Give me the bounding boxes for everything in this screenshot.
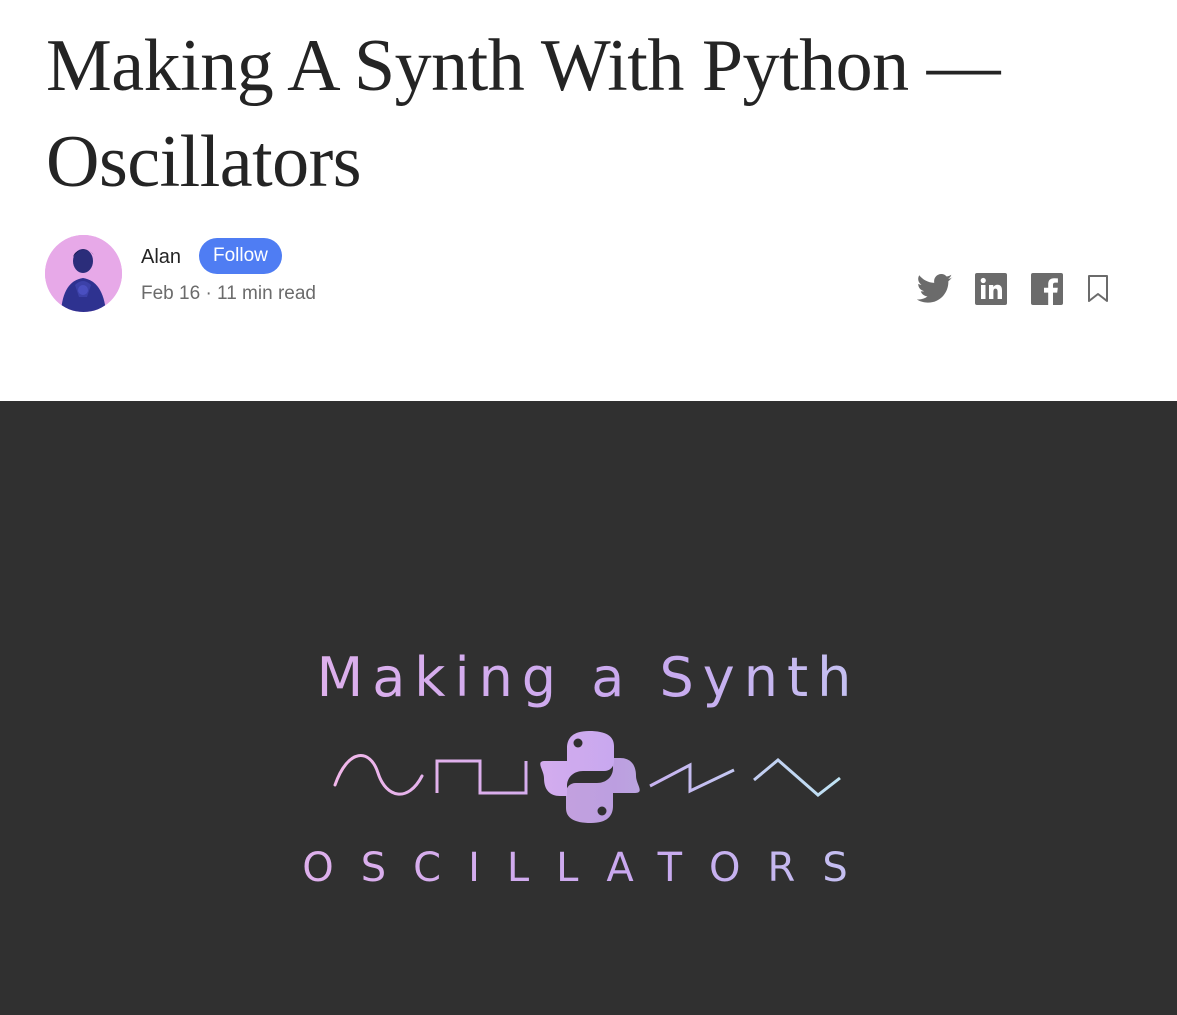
hero-subtitle: OSCILLATORS bbox=[0, 844, 1177, 892]
sine-wave-icon bbox=[333, 754, 424, 796]
sawtooth-wave-icon bbox=[649, 762, 735, 794]
waveform-graphic bbox=[333, 731, 841, 823]
article-title: Making A Synth With Python — Oscillators bbox=[46, 25, 1001, 203]
post-meta: Feb 16 · 11 min read bbox=[141, 283, 316, 305]
python-logo-icon bbox=[540, 731, 640, 823]
publish-date: Feb 16 bbox=[141, 283, 201, 304]
twitter-icon bbox=[917, 274, 953, 303]
hero-image: Making a Synth OSCILLATORS bbox=[0, 401, 1177, 1015]
facebook-icon bbox=[1030, 273, 1063, 305]
follow-button[interactable]: Follow bbox=[199, 238, 282, 274]
author-name[interactable]: Alan bbox=[141, 246, 181, 269]
article-page: Making A Synth With Python — Oscillators… bbox=[0, 0, 1177, 1015]
read-time: 11 min read bbox=[217, 283, 316, 304]
linkedin-share-button[interactable] bbox=[974, 270, 1007, 308]
avatar-photo bbox=[45, 235, 122, 312]
bookmark-icon bbox=[1088, 275, 1108, 302]
facebook-share-button[interactable] bbox=[1030, 270, 1063, 308]
meta-separator: · bbox=[205, 283, 212, 304]
author-avatar[interactable] bbox=[45, 235, 122, 312]
share-bar bbox=[915, 270, 1111, 308]
twitter-share-button[interactable] bbox=[915, 270, 955, 308]
bookmark-button[interactable] bbox=[1085, 270, 1111, 308]
hero-title: Making a Synth bbox=[0, 648, 1177, 708]
square-wave-icon bbox=[435, 759, 528, 795]
linkedin-icon bbox=[974, 273, 1007, 305]
triangle-wave-icon bbox=[753, 758, 841, 797]
